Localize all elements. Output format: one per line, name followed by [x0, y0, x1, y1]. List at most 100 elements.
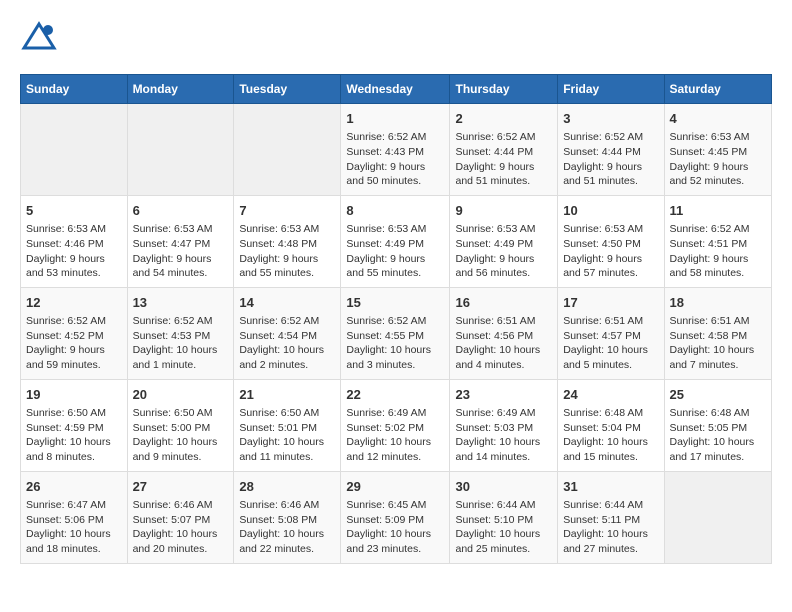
cell-info: Sunrise: 6:49 AM Sunset: 5:03 PM Dayligh… [455, 406, 552, 465]
calendar-week-3: 12 Sunrise: 6:52 AM Sunset: 4:52 PM Dayli… [21, 287, 772, 379]
calendar-cell: 22Sunrise: 6:49 AM Sunset: 5:02 PM Dayli… [341, 379, 450, 471]
cell-info: Sunrise: 6:47 AM Sunset: 5:06 PM Dayligh… [26, 498, 122, 557]
header-cell-friday: Friday [558, 75, 664, 104]
day-number: 20 [133, 386, 229, 404]
calendar-cell: 3 Sunrise: 6:52 AM Sunset: 4:44 PM Daylig… [558, 104, 664, 196]
cell-info: Sunrise: 6:52 AM Sunset: 4:52 PM Dayligh… [26, 314, 122, 373]
logo-icon [20, 20, 58, 58]
day-number: 17 [563, 294, 658, 312]
cell-info: Sunrise: 6:52 AM Sunset: 4:43 PM Dayligh… [346, 130, 444, 189]
cell-info: Sunrise: 6:53 AM Sunset: 4:46 PM Dayligh… [26, 222, 122, 281]
cell-info: Sunrise: 6:53 AM Sunset: 4:49 PM Dayligh… [455, 222, 552, 281]
calendar-week-5: 26Sunrise: 6:47 AM Sunset: 5:06 PM Dayli… [21, 471, 772, 563]
calendar-cell: 17 Sunrise: 6:51 AM Sunset: 4:57 PM Dayli… [558, 287, 664, 379]
cell-info: Sunrise: 6:50 AM Sunset: 5:01 PM Dayligh… [239, 406, 335, 465]
calendar-cell [664, 471, 772, 563]
cell-info: Sunrise: 6:51 AM Sunset: 4:57 PM Dayligh… [563, 314, 658, 373]
header-cell-monday: Monday [127, 75, 234, 104]
calendar-cell: 29 Sunrise: 6:45 AM Sunset: 5:09 PM Dayli… [341, 471, 450, 563]
day-number: 27 [133, 478, 229, 496]
day-number: 12 [26, 294, 122, 312]
calendar-cell: 21 Sunrise: 6:50 AM Sunset: 5:01 PM Dayli… [234, 379, 341, 471]
cell-info: Sunrise: 6:46 AM Sunset: 5:07 PM Dayligh… [133, 498, 229, 557]
calendar-cell: 26Sunrise: 6:47 AM Sunset: 5:06 PM Dayli… [21, 471, 128, 563]
cell-info: Sunrise: 6:46 AM Sunset: 5:08 PM Dayligh… [239, 498, 335, 557]
calendar-cell: 5Sunrise: 6:53 AM Sunset: 4:46 PM Daylig… [21, 195, 128, 287]
cell-info: Sunrise: 6:53 AM Sunset: 4:47 PM Dayligh… [133, 222, 229, 281]
day-number: 15 [346, 294, 444, 312]
cell-info: Sunrise: 6:53 AM Sunset: 4:48 PM Dayligh… [239, 222, 335, 281]
calendar-cell [234, 104, 341, 196]
day-number: 16 [455, 294, 552, 312]
day-number: 7 [239, 202, 335, 220]
calendar-cell: 24 Sunrise: 6:48 AM Sunset: 5:04 PM Dayli… [558, 379, 664, 471]
cell-info: Sunrise: 6:52 AM Sunset: 4:44 PM Dayligh… [563, 130, 658, 189]
day-number: 13 [133, 294, 229, 312]
calendar-cell: 20 Sunrise: 6:50 AM Sunset: 5:00 PM Dayli… [127, 379, 234, 471]
day-number: 8 [346, 202, 444, 220]
day-number: 10 [563, 202, 658, 220]
cell-info: Sunrise: 6:53 AM Sunset: 4:49 PM Dayligh… [346, 222, 444, 281]
header-cell-tuesday: Tuesday [234, 75, 341, 104]
day-number: 25 [670, 386, 767, 404]
calendar-cell: 13 Sunrise: 6:52 AM Sunset: 4:53 PM Dayli… [127, 287, 234, 379]
day-number: 24 [563, 386, 658, 404]
calendar-cell: 6 Sunrise: 6:53 AM Sunset: 4:47 PM Daylig… [127, 195, 234, 287]
calendar-cell: 31 Sunrise: 6:44 AM Sunset: 5:11 PM Dayli… [558, 471, 664, 563]
calendar-cell: 18 Sunrise: 6:51 AM Sunset: 4:58 PM Dayli… [664, 287, 772, 379]
calendar-cell: 14 Sunrise: 6:52 AM Sunset: 4:54 PM Dayli… [234, 287, 341, 379]
day-number: 4 [670, 110, 767, 128]
calendar-cell: 16 Sunrise: 6:51 AM Sunset: 4:56 PM Dayli… [450, 287, 558, 379]
calendar-cell: 1 Sunrise: 6:52 AM Sunset: 4:43 PM Daylig… [341, 104, 450, 196]
cell-info: Sunrise: 6:48 AM Sunset: 5:05 PM Dayligh… [670, 406, 767, 465]
day-number: 30 [455, 478, 552, 496]
day-number: 29 [346, 478, 444, 496]
header-cell-wednesday: Wednesday [341, 75, 450, 104]
cell-info: Sunrise: 6:44 AM Sunset: 5:11 PM Dayligh… [563, 498, 658, 557]
cell-info: Sunrise: 6:52 AM Sunset: 4:54 PM Dayligh… [239, 314, 335, 373]
cell-info: Sunrise: 6:53 AM Sunset: 4:50 PM Dayligh… [563, 222, 658, 281]
day-number: 6 [133, 202, 229, 220]
calendar-cell: 25 Sunrise: 6:48 AM Sunset: 5:05 PM Dayli… [664, 379, 772, 471]
header-cell-thursday: Thursday [450, 75, 558, 104]
cell-info: Sunrise: 6:49 AM Sunset: 5:02 PM Dayligh… [346, 406, 444, 465]
calendar-cell: 9Sunrise: 6:53 AM Sunset: 4:49 PM Daylig… [450, 195, 558, 287]
calendar-cell: 10 Sunrise: 6:53 AM Sunset: 4:50 PM Dayli… [558, 195, 664, 287]
cell-info: Sunrise: 6:51 AM Sunset: 4:58 PM Dayligh… [670, 314, 767, 373]
cell-info: Sunrise: 6:50 AM Sunset: 4:59 PM Dayligh… [26, 406, 122, 465]
calendar-week-4: 19 Sunrise: 6:50 AM Sunset: 4:59 PM Dayli… [21, 379, 772, 471]
day-number: 19 [26, 386, 122, 404]
calendar-cell: 2 Sunrise: 6:52 AM Sunset: 4:44 PM Daylig… [450, 104, 558, 196]
calendar-table: SundayMondayTuesdayWednesdayThursdayFrid… [20, 74, 772, 564]
calendar-cell: 19 Sunrise: 6:50 AM Sunset: 4:59 PM Dayli… [21, 379, 128, 471]
cell-info: Sunrise: 6:52 AM Sunset: 4:53 PM Dayligh… [133, 314, 229, 373]
cell-info: Sunrise: 6:48 AM Sunset: 5:04 PM Dayligh… [563, 406, 658, 465]
day-number: 2 [455, 110, 552, 128]
calendar-cell: 11Sunrise: 6:52 AM Sunset: 4:51 PM Dayli… [664, 195, 772, 287]
logo [20, 20, 58, 58]
cell-info: Sunrise: 6:52 AM Sunset: 4:44 PM Dayligh… [455, 130, 552, 189]
calendar-cell: 8 Sunrise: 6:53 AM Sunset: 4:49 PM Daylig… [341, 195, 450, 287]
page-header [20, 20, 772, 58]
cell-info: Sunrise: 6:45 AM Sunset: 5:09 PM Dayligh… [346, 498, 444, 557]
cell-info: Sunrise: 6:44 AM Sunset: 5:10 PM Dayligh… [455, 498, 552, 557]
day-number: 1 [346, 110, 444, 128]
calendar-week-1: 1 Sunrise: 6:52 AM Sunset: 4:43 PM Daylig… [21, 104, 772, 196]
day-number: 21 [239, 386, 335, 404]
calendar-cell: 30 Sunrise: 6:44 AM Sunset: 5:10 PM Dayli… [450, 471, 558, 563]
header-cell-sunday: Sunday [21, 75, 128, 104]
cell-info: Sunrise: 6:51 AM Sunset: 4:56 PM Dayligh… [455, 314, 552, 373]
day-number: 28 [239, 478, 335, 496]
cell-info: Sunrise: 6:50 AM Sunset: 5:00 PM Dayligh… [133, 406, 229, 465]
calendar-cell [127, 104, 234, 196]
calendar-cell [21, 104, 128, 196]
day-number: 3 [563, 110, 658, 128]
calendar-cell: 4Sunrise: 6:53 AM Sunset: 4:45 PM Daylig… [664, 104, 772, 196]
day-number: 23 [455, 386, 552, 404]
calendar-cell: 27 Sunrise: 6:46 AM Sunset: 5:07 PM Dayli… [127, 471, 234, 563]
day-number: 14 [239, 294, 335, 312]
header-row: SundayMondayTuesdayWednesdayThursdayFrid… [21, 75, 772, 104]
day-number: 18 [670, 294, 767, 312]
day-number: 31 [563, 478, 658, 496]
cell-info: Sunrise: 6:52 AM Sunset: 4:55 PM Dayligh… [346, 314, 444, 373]
